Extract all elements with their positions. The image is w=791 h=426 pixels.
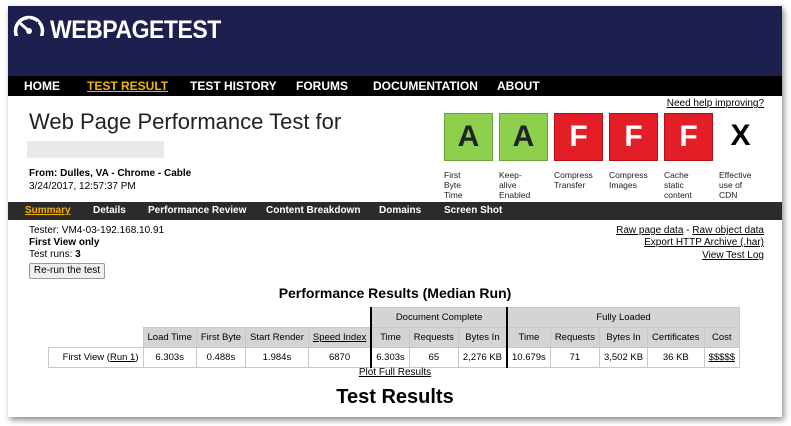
col-full-bytes-in: Bytes In	[598, 327, 649, 348]
result-tabs: Summary Details Performance Review Conte…	[8, 202, 782, 220]
tester-info: Tester: VM4-03-192.168.10.91	[29, 225, 165, 236]
help-link[interactable]: Need help improving?	[667, 98, 764, 109]
header-fully-loaded: Fully Loaded	[505, 307, 740, 328]
test-location: From: Dulles, VA - Chrome - Cable	[29, 168, 192, 179]
performance-results-title: Performance Results (Median Run)	[278, 285, 512, 301]
tab-screen-shot[interactable]: Screen Shot	[444, 205, 502, 216]
rerun-button[interactable]: Re-run the test	[29, 263, 105, 279]
col-first-byte: First Byte	[195, 327, 247, 348]
view-test-log-link[interactable]: View Test Log	[702, 250, 764, 261]
main-nav: HOME TEST RESULT TEST HISTORY FORUMS DOC…	[8, 76, 782, 96]
row-label-first-view: First View (Run 1)	[48, 347, 144, 368]
col-doc-time: Time	[370, 327, 410, 348]
test-runs: Test runs: 3	[29, 249, 81, 260]
grade-cache-static[interactable]: F	[664, 113, 713, 161]
export-har-link[interactable]: Export HTTP Archive (.har)	[644, 237, 764, 248]
header: WEBPAGETEST	[8, 6, 782, 76]
nav-forums[interactable]: FORUMS	[296, 79, 348, 93]
cell-load-time: 6.303s	[142, 347, 197, 368]
logo-text: WEBPAGETEST	[50, 15, 221, 44]
cell-certificates: 36 KB	[647, 347, 705, 368]
col-speed-index[interactable]: Speed Index	[307, 327, 372, 348]
plot-full-results-link[interactable]: Plot Full Results	[8, 367, 782, 378]
raw-data-links: Raw page data - Raw object data	[616, 225, 764, 236]
table-blank-cell	[48, 307, 372, 328]
col-start-render: Start Render	[245, 327, 309, 348]
cell-start-render: 1.984s	[245, 347, 309, 368]
table-row: First View (Run 1) 6.303s 0.488s 1.984s …	[48, 347, 740, 368]
col-load-time: Load Time	[142, 327, 197, 348]
nav-about[interactable]: ABOUT	[497, 79, 540, 93]
tab-domains[interactable]: Domains	[379, 205, 421, 216]
page-title: Web Page Performance Test for	[29, 109, 342, 134]
cell-doc-requests: 65	[408, 347, 459, 368]
cell-doc-bytes-in: 2,276 KB	[457, 347, 508, 368]
grade-label-keep-alive: Keep-alive Enabled	[499, 170, 531, 200]
table-blank-cell	[48, 327, 143, 348]
grade-label-compress-transfer: Compress Transfer	[554, 170, 593, 190]
col-certificates: Certificates	[647, 327, 705, 348]
grade-label-cache-static: Cache static content	[664, 170, 692, 200]
logo[interactable]: WEBPAGETEST	[12, 14, 236, 46]
table-column-header-row: Load Time First Byte Start Render Speed …	[48, 327, 740, 348]
grade-first-byte-time[interactable]: A	[444, 113, 493, 161]
cell-speed-index: 6870	[307, 347, 372, 368]
cell-doc-time: 6.303s	[370, 347, 410, 368]
col-full-time: Time	[505, 327, 551, 348]
cell-full-time: 10.679s	[505, 347, 551, 368]
col-doc-bytes-in: Bytes In	[457, 327, 508, 348]
first-view-only: First View only	[29, 237, 100, 248]
test-results-heading: Test Results	[336, 386, 454, 408]
cell-full-requests: 71	[549, 347, 600, 368]
grade-label-first-byte-time: First Byte Time	[444, 170, 463, 200]
grade-cdn[interactable]: X	[717, 113, 764, 159]
grade-compress-transfer[interactable]: F	[554, 113, 603, 161]
cell-full-bytes-in: 3,502 KB	[598, 347, 649, 368]
grade-keep-alive[interactable]: A	[499, 113, 548, 161]
raw-page-data-link[interactable]: Raw page data	[616, 225, 683, 236]
export-har: Export HTTP Archive (.har)	[644, 237, 764, 248]
col-cost: Cost	[703, 327, 740, 348]
tab-content-breakdown[interactable]: Content Breakdown	[266, 205, 360, 216]
tab-performance-review[interactable]: Performance Review	[148, 205, 246, 216]
nav-test-history[interactable]: TEST HISTORY	[190, 79, 277, 93]
grade-compress-images[interactable]: F	[609, 113, 658, 161]
speedometer-icon	[12, 15, 46, 46]
grade-label-cdn: Effective use of CDN	[719, 170, 752, 200]
cell-first-byte: 0.488s	[195, 347, 247, 368]
performance-results-table: Document Complete Fully Loaded Load Time…	[48, 307, 740, 368]
col-doc-requests: Requests	[408, 327, 459, 348]
cell-cost[interactable]: $$$$$	[703, 347, 740, 368]
test-date: 3/24/2017, 12:57:37 PM	[29, 181, 136, 192]
nav-documentation[interactable]: DOCUMENTATION	[373, 79, 478, 93]
raw-object-data-link[interactable]: Raw object data	[692, 225, 764, 236]
col-full-requests: Requests	[549, 327, 600, 348]
tab-details[interactable]: Details	[93, 205, 126, 216]
nav-home[interactable]: HOME	[24, 79, 60, 93]
tested-url-redacted	[27, 141, 164, 158]
view-test-log: View Test Log	[702, 250, 764, 261]
browser-frame: WEBPAGETEST HOME TEST RESULT TEST HISTOR…	[8, 6, 782, 417]
nav-test-result[interactable]: TEST RESULT	[87, 79, 168, 93]
tab-summary[interactable]: Summary	[25, 205, 71, 216]
grade-label-compress-images: Compress Images	[609, 170, 648, 190]
run-1-link[interactable]: Run 1	[110, 352, 135, 363]
header-document-complete: Document Complete	[370, 307, 508, 328]
table-group-header-row: Document Complete Fully Loaded	[48, 307, 740, 328]
